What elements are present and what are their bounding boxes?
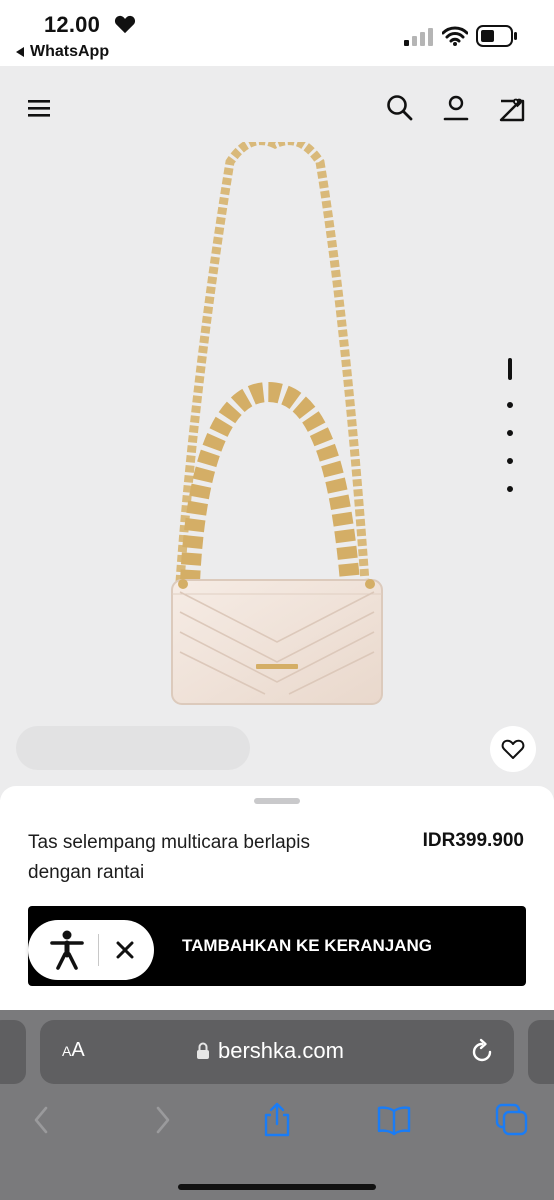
product-gallery[interactable] [0, 66, 554, 800]
product-name: Tas selempang multicara berlapis dengan … [28, 832, 310, 883]
back-arrow-icon [16, 47, 24, 57]
pagination-dot[interactable] [507, 486, 513, 492]
widget-divider [98, 934, 99, 966]
page: 12.00 WhatsApp Tas selempang multicara b… [0, 0, 554, 1200]
blurred-overlay-pill [16, 726, 250, 770]
close-icon[interactable] [114, 939, 136, 961]
heart-outline-icon [501, 739, 525, 759]
back-app-label: WhatsApp [30, 43, 110, 60]
cellular-signal-icon [404, 28, 433, 46]
share-icon[interactable] [259, 1102, 295, 1138]
bag-heart-icon[interactable] [496, 92, 528, 124]
forward-icon[interactable] [144, 1102, 180, 1138]
tabs-icon[interactable] [494, 1102, 530, 1138]
wishlist-button[interactable] [490, 726, 536, 772]
wifi-icon [442, 26, 468, 46]
pagination-dot[interactable] [507, 402, 513, 408]
pagination-active-indicator [508, 358, 512, 380]
home-indicator[interactable] [178, 1184, 376, 1190]
back-to-app-button[interactable]: WhatsApp [16, 43, 109, 61]
browser-bottom-bar: AA bershka.com [0, 1010, 554, 1200]
back-icon[interactable] [24, 1102, 60, 1138]
previous-tab-peek[interactable] [0, 1020, 26, 1084]
sheet-grabber[interactable] [254, 798, 300, 804]
battery-icon [476, 25, 517, 47]
add-to-cart-label: TAMBAHKAN KE KERANJANG [182, 936, 432, 955]
hamburger-menu-icon[interactable] [24, 92, 56, 124]
url-text: bershka.com [218, 1038, 344, 1063]
user-icon[interactable] [440, 92, 472, 124]
next-tab-peek[interactable] [528, 1020, 554, 1084]
gallery-pagination[interactable] [498, 356, 522, 506]
lock-icon [197, 1042, 209, 1059]
text-size-button[interactable]: AA [62, 1039, 85, 1062]
accessibility-widget [28, 920, 154, 980]
reload-icon[interactable] [468, 1038, 496, 1066]
heart-icon [114, 15, 136, 34]
bookmarks-icon[interactable] [376, 1102, 412, 1138]
product-info-sheet: Tas selempang multicara berlapis dengan … [0, 786, 554, 1012]
pagination-dot[interactable] [507, 430, 513, 436]
status-bar: 12.00 WhatsApp [0, 0, 554, 66]
browser-toolbar [0, 1102, 554, 1142]
accessibility-icon[interactable] [48, 929, 86, 971]
status-time: 12.00 [44, 12, 101, 37]
product-image[interactable] [150, 142, 400, 742]
search-icon[interactable] [384, 92, 416, 124]
pagination-dot[interactable] [507, 458, 513, 464]
product-price: IDR399.900 [422, 830, 524, 851]
address-bar[interactable]: AA bershka.com [40, 1020, 514, 1084]
top-nav [0, 66, 554, 150]
